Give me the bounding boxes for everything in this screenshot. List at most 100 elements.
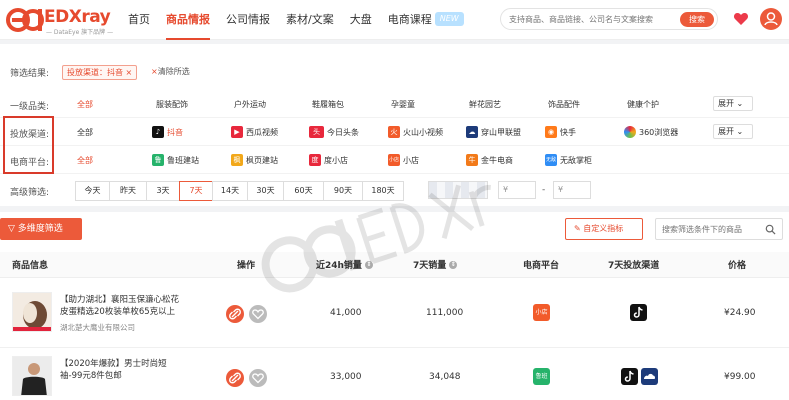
platform-row: 电商平台: 全部 鲁鲁班建站 枫枫页建站 度度小店 小店 小店 牛金牛电商 无敌无… <box>0 146 789 174</box>
nav-materials[interactable]: 素材/文案 <box>278 0 342 40</box>
edit-icon: ✎ <box>574 224 584 233</box>
user-avatar[interactable] <box>760 8 782 30</box>
logo-subtitle: — DataEye 旗下品牌 — <box>46 29 114 36</box>
category-option-all[interactable]: 全部 <box>77 97 93 111</box>
header-sales7-label: 7天销量 <box>413 261 447 271</box>
wudi-icon: 无敌 <box>545 154 557 166</box>
time-option-7d[interactable]: 7天 <box>179 181 213 201</box>
table-row[interactable]: 【2020年爆款】男士时尚短袖-99元8件包邮 33,000 34,048 鲁班… <box>0 348 789 400</box>
category-option[interactable]: 饰品配件 <box>548 97 580 111</box>
product-shop: 湖北楚大鹰业有限公司 <box>60 323 135 332</box>
chevron-down-icon: ⌄ <box>736 99 744 108</box>
channel-option-toutiao[interactable]: 头今日头条 <box>309 125 359 139</box>
search-button[interactable]: 搜索 <box>680 12 714 27</box>
platform-option-duxiaodian[interactable]: 度度小店 <box>309 153 348 167</box>
time-option-90d[interactable]: 90天 <box>323 181 363 201</box>
sales24-value: 41,000 <box>330 308 362 318</box>
time-option-yesterday[interactable]: 昨天 <box>109 181 147 201</box>
header-channel: 7天投放渠道 <box>608 261 660 271</box>
sales24-value: 33,000 <box>330 372 362 382</box>
product-thumbnail[interactable] <box>12 292 52 332</box>
clear-label: 清除所选 <box>157 67 190 76</box>
platform-option-wudi[interactable]: 无敌 无敌掌柜 <box>545 153 592 167</box>
platform-option-all[interactable]: 全部 <box>77 153 93 167</box>
nav-home[interactable]: 首页 <box>120 0 158 40</box>
channel-option-label: 360浏览器 <box>639 127 679 137</box>
multi-filter-button[interactable]: ▽ 多维度筛选 <box>0 218 82 240</box>
channel-option-huoshan[interactable]: 火火山小视频 <box>388 125 443 139</box>
nav-company-intel[interactable]: 公司情报 <box>218 0 278 40</box>
link-button[interactable] <box>226 369 244 387</box>
category-option[interactable]: 户外运动 <box>234 97 266 111</box>
pangle-icon[interactable] <box>641 368 658 385</box>
category-option[interactable]: 鞋履箱包 <box>312 97 344 111</box>
time-option-180d[interactable]: 180天 <box>362 181 404 201</box>
product-image <box>13 357 51 395</box>
time-option-60d[interactable]: 60天 <box>283 181 324 201</box>
huoshan-icon: 火 <box>388 126 400 138</box>
nav-product-intel[interactable]: 商品情报 <box>158 0 218 40</box>
time-option-3d[interactable]: 3天 <box>146 181 180 201</box>
time-option-14d[interactable]: 14天 <box>212 181 248 201</box>
heart-icon <box>252 309 264 320</box>
header-action: 操作 <box>237 261 256 271</box>
new-badge: NEW <box>434 12 464 26</box>
price-min-input[interactable]: ¥ <box>498 181 536 199</box>
category-option[interactable]: 孕婴童 <box>391 97 415 111</box>
category-option[interactable]: 健康个护 <box>627 97 659 111</box>
time-option-30d[interactable]: 30天 <box>247 181 284 201</box>
platform-option-luban[interactable]: 鲁鲁班建站 <box>152 153 199 167</box>
product-name[interactable]: 【助力湖北】襄阳玉保濂心松花皮蛋精选20枚装单枚65克以上 <box>60 294 185 318</box>
platform-option-jinniu[interactable]: 牛金牛电商 <box>466 153 513 167</box>
blurred-input[interactable] <box>428 181 488 199</box>
time-option-today[interactable]: 今天 <box>75 181 110 201</box>
clear-selection-link[interactable]: ×清除所选 <box>151 66 190 77</box>
header-sales24[interactable]: 近24h销量 ⇕ <box>316 258 373 271</box>
edxray-logo[interactable]: EDXray — DataEye 旗下品牌 — <box>6 6 116 36</box>
category-option[interactable]: 服装配饰 <box>156 97 188 111</box>
channel-option-xigua[interactable]: ▶ 西瓜视频 <box>231 125 278 139</box>
heart-icon <box>252 373 264 384</box>
channel-option-kuaishou[interactable]: ◉ 快手 <box>545 125 576 139</box>
multi-filter-label: 多维度筛选 <box>17 224 63 234</box>
clear-x-icon: × <box>151 67 158 76</box>
search-icon[interactable] <box>765 224 776 235</box>
favorite-button[interactable] <box>249 305 267 323</box>
result-tag-channel[interactable]: 投放渠道：抖音 × <box>62 65 138 80</box>
link-button[interactable] <box>226 305 244 323</box>
range-dash: - <box>542 185 546 195</box>
header-sales7[interactable]: 7天销量 ⇕ <box>413 258 458 271</box>
product-thumbnail[interactable] <box>12 356 52 396</box>
xiaodian-icon: 小店 <box>388 154 400 166</box>
table-row[interactable]: 【助力湖北】襄阳玉保濂心松花皮蛋精选20枚装单枚65克以上 湖北楚大鹰业有限公司… <box>0 284 789 348</box>
platform-option-fengye[interactable]: 枫枫页建站 <box>231 153 278 167</box>
channel-option-douyin[interactable]: ♪ 抖音 <box>152 125 183 139</box>
nav-courses[interactable]: 电商课程 NEW <box>380 0 472 40</box>
custom-metric-button[interactable]: ✎ 自定义指标 <box>565 218 643 240</box>
channel-option-pangle[interactable]: ☁ 穿山甲联盟 <box>466 125 521 139</box>
douyin-icon[interactable] <box>621 368 638 385</box>
luban-icon[interactable]: 鲁班 <box>533 368 550 385</box>
xiaodian-icon[interactable]: 小店 <box>533 304 550 321</box>
product-name[interactable]: 【2020年爆款】男士时尚短袖-99元8件包邮 <box>60 358 185 382</box>
category-expand-button[interactable]: 展开 ⌄ <box>713 96 753 111</box>
header-sales24-label: 近24h销量 <box>316 261 362 271</box>
channel-option-all[interactable]: 全部 <box>77 125 93 139</box>
condition-search-input[interactable] <box>662 223 760 236</box>
favorites-heart-icon[interactable] <box>733 11 749 27</box>
nav-market[interactable]: 大盘 <box>342 0 380 40</box>
platform-option-xiaodian[interactable]: 小店 小店 <box>388 153 419 167</box>
logo-text: EDXray <box>44 7 111 27</box>
global-search-input[interactable] <box>509 12 679 27</box>
douyin-icon[interactable] <box>630 304 647 321</box>
channel-option-360[interactable]: 360浏览器 <box>624 125 678 139</box>
platform-option-label: 鲁班建站 <box>167 155 199 165</box>
sort-icon: ⇕ <box>449 260 458 269</box>
favorite-button[interactable] <box>249 369 267 387</box>
channel-expand-button[interactable]: 展开 ⌄ <box>713 124 753 139</box>
price-max-input[interactable]: ¥ <box>553 181 591 199</box>
360-icon <box>624 126 636 138</box>
category-option[interactable]: 鲜花园艺 <box>469 97 501 111</box>
global-search: 搜索 <box>500 8 718 30</box>
fengye-icon: 枫 <box>231 154 243 166</box>
